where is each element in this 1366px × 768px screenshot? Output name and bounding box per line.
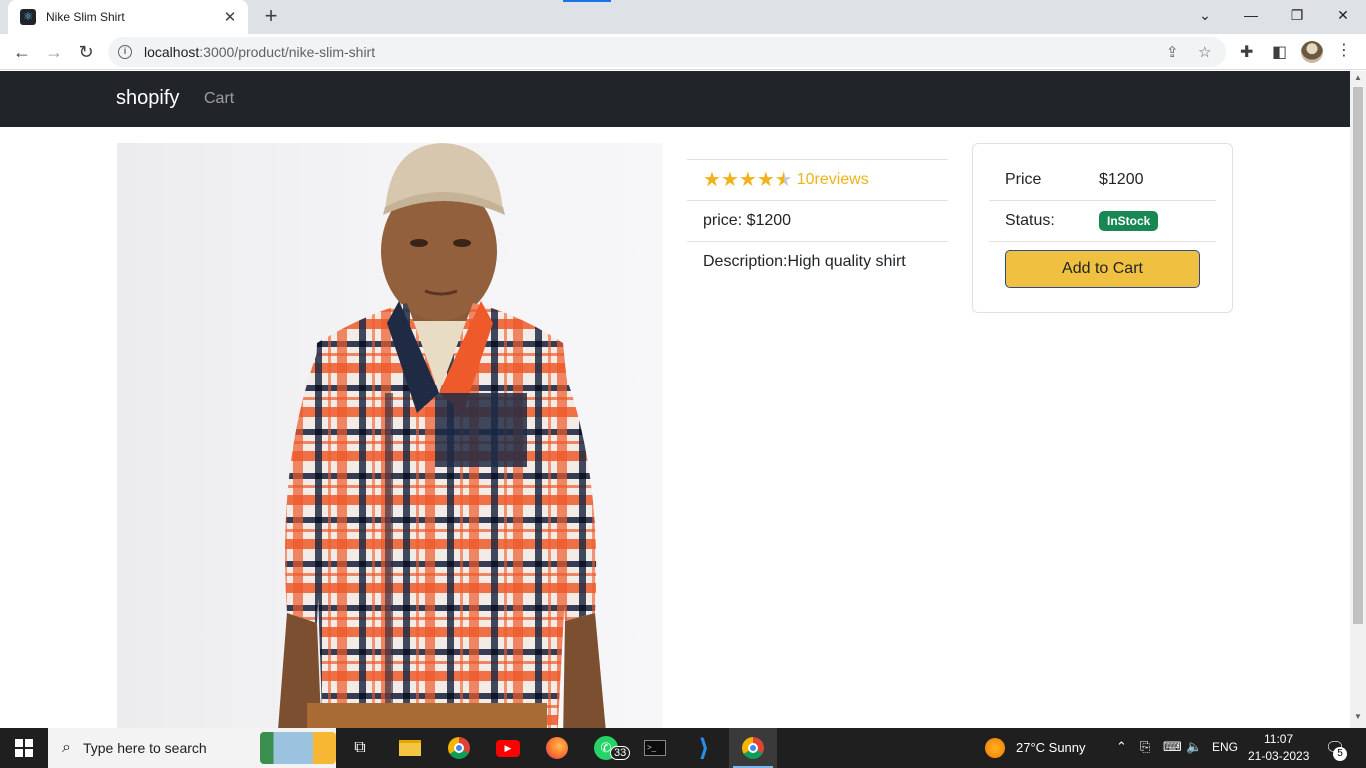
star-full-icon: ★ <box>703 169 721 191</box>
chrome-active-icon[interactable] <box>729 728 777 768</box>
scroll-thumb[interactable] <box>1353 87 1363 624</box>
product-price: price: $1200 <box>703 212 792 229</box>
search-icon: ⌕ <box>62 739 71 756</box>
nav-cart-link[interactable]: Cart <box>204 90 234 108</box>
rating-stars: ★ ★ ★ ★ ★ <box>703 170 793 190</box>
close-window-button[interactable]: ✕ <box>1320 0 1366 30</box>
site-info-icon[interactable]: i <box>118 45 132 59</box>
share-icon[interactable]: ⇪ <box>1166 43 1179 61</box>
browser-tab[interactable]: ⚛ Nike Slim Shirt ✕ <box>8 0 248 34</box>
scroll-down-arrow-icon[interactable]: ▼ <box>1350 712 1366 726</box>
rating-row: ★ ★ ★ ★ ★ 10reviews <box>687 159 948 200</box>
side-panel-icon[interactable]: ◧ <box>1272 42 1287 62</box>
network-icon[interactable]: ⌨ <box>1163 739 1182 755</box>
notification-count: 5 <box>1333 747 1347 761</box>
terminal-icon[interactable]: >_ <box>631 728 679 768</box>
price-row: price: $1200 <box>687 200 948 241</box>
tray-chevron-up-icon[interactable]: ⌃ <box>1116 739 1127 755</box>
product-description: Description:High quality shirt <box>703 253 906 270</box>
restore-button[interactable]: ❐ <box>1274 0 1320 30</box>
youtube-icon[interactable]: ▶ <box>484 728 532 768</box>
minimize-button[interactable]: — <box>1228 0 1274 30</box>
windows-taskbar: ⌕ Type here to search ⧉ ▶ ✆ 33 >_ ⟩ 27°C… <box>0 728 1366 768</box>
vscode-icon[interactable]: ⟩ <box>680 728 728 768</box>
back-arrow-icon[interactable]: ← <box>8 38 36 66</box>
profile-avatar[interactable] <box>1301 41 1323 63</box>
star-full-icon: ★ <box>738 169 757 191</box>
site-navbar: shopify Cart <box>0 71 1350 127</box>
taskbar-search-text: Type here to search <box>82 740 207 756</box>
weather-sun-icon[interactable] <box>985 738 1005 758</box>
tab-loading-indicator <box>563 0 611 2</box>
clock-time[interactable]: 11:07 <box>1264 732 1293 746</box>
windows-start-button[interactable] <box>0 728 48 768</box>
card-price-value: $1200 <box>1099 171 1144 188</box>
scroll-up-arrow-icon[interactable]: ▲ <box>1350 73 1366 87</box>
language-indicator[interactable]: ENG <box>1212 740 1238 754</box>
chrome-icon[interactable] <box>435 728 483 768</box>
browser-toolbar: ← → ↻ i localhost:3000/product/nike-slim… <box>0 34 1366 70</box>
card-price-row: Price $1200 <box>989 160 1216 201</box>
tab-title: Nike Slim Shirt <box>46 10 125 24</box>
product-image-illustration <box>278 143 606 728</box>
bookmark-star-icon[interactable]: ☆ <box>1198 43 1211 61</box>
reviews-count[interactable]: 10reviews <box>797 171 869 189</box>
browser-tabstrip: ⚛ Nike Slim Shirt ✕ + ⌄ — ❐ ✕ <box>0 0 1366 34</box>
page-viewport: shopify Cart ★ ★ ★ ★ ★ 10reviews price: … <box>0 71 1350 728</box>
star-full-icon: ★ <box>720 169 739 191</box>
page-scrollbar[interactable]: ▲ ▼ <box>1350 71 1366 728</box>
card-price-label: Price <box>1005 171 1042 188</box>
task-view-icon[interactable]: ⧉ <box>336 728 384 768</box>
windows-logo-icon <box>15 739 33 757</box>
browser-menu-icon[interactable]: ⋮ <box>1336 40 1352 60</box>
whatsapp-icon[interactable]: ✆ 33 <box>582 728 631 768</box>
taskbar-search[interactable]: ⌕ Type here to search <box>48 728 336 768</box>
forward-arrow-icon[interactable]: → <box>40 38 68 66</box>
clock-date[interactable]: 21-03-2023 <box>1248 749 1309 763</box>
purchase-card: Price $1200 Status: InStock Add to Cart <box>972 143 1233 313</box>
card-status-label: Status: <box>1005 212 1055 229</box>
whatsapp-badge: 33 <box>610 746 631 760</box>
brand-link[interactable]: shopify <box>116 87 179 110</box>
star-half-icon: ★ <box>774 169 793 191</box>
status-badge: InStock <box>1099 211 1159 231</box>
file-explorer-icon[interactable] <box>386 728 434 768</box>
weather-text[interactable]: 27°C Sunny <box>1016 740 1086 755</box>
url-text: localhost:3000/product/nike-slim-shirt <box>144 44 376 60</box>
close-tab-icon[interactable]: ✕ <box>222 8 238 26</box>
react-favicon-icon: ⚛ <box>20 9 36 25</box>
reload-icon[interactable]: ↻ <box>72 38 100 66</box>
description-row: Description:High quality shirt <box>687 241 948 282</box>
tab-search-icon[interactable]: ⌄ <box>1182 0 1228 30</box>
firefox-icon[interactable] <box>533 728 581 768</box>
star-full-icon: ★ <box>756 169 775 191</box>
add-to-cart-button[interactable]: Add to Cart <box>1005 250 1200 288</box>
extensions-puzzle-icon[interactable]: ✚ <box>1240 42 1253 62</box>
new-tab-button[interactable]: + <box>259 4 283 28</box>
address-bar[interactable]: i localhost:3000/product/nike-slim-shirt… <box>108 37 1226 67</box>
tray-device-icon[interactable]: ⎘ <box>1140 739 1150 755</box>
volume-icon[interactable]: 🔈 <box>1186 739 1202 755</box>
product-image <box>117 143 663 728</box>
product-info-list: ★ ★ ★ ★ ★ 10reviews price: $1200 Descrip… <box>687 159 948 282</box>
search-highlight-image <box>260 732 336 764</box>
card-status-row: Status: InStock <box>989 201 1216 242</box>
